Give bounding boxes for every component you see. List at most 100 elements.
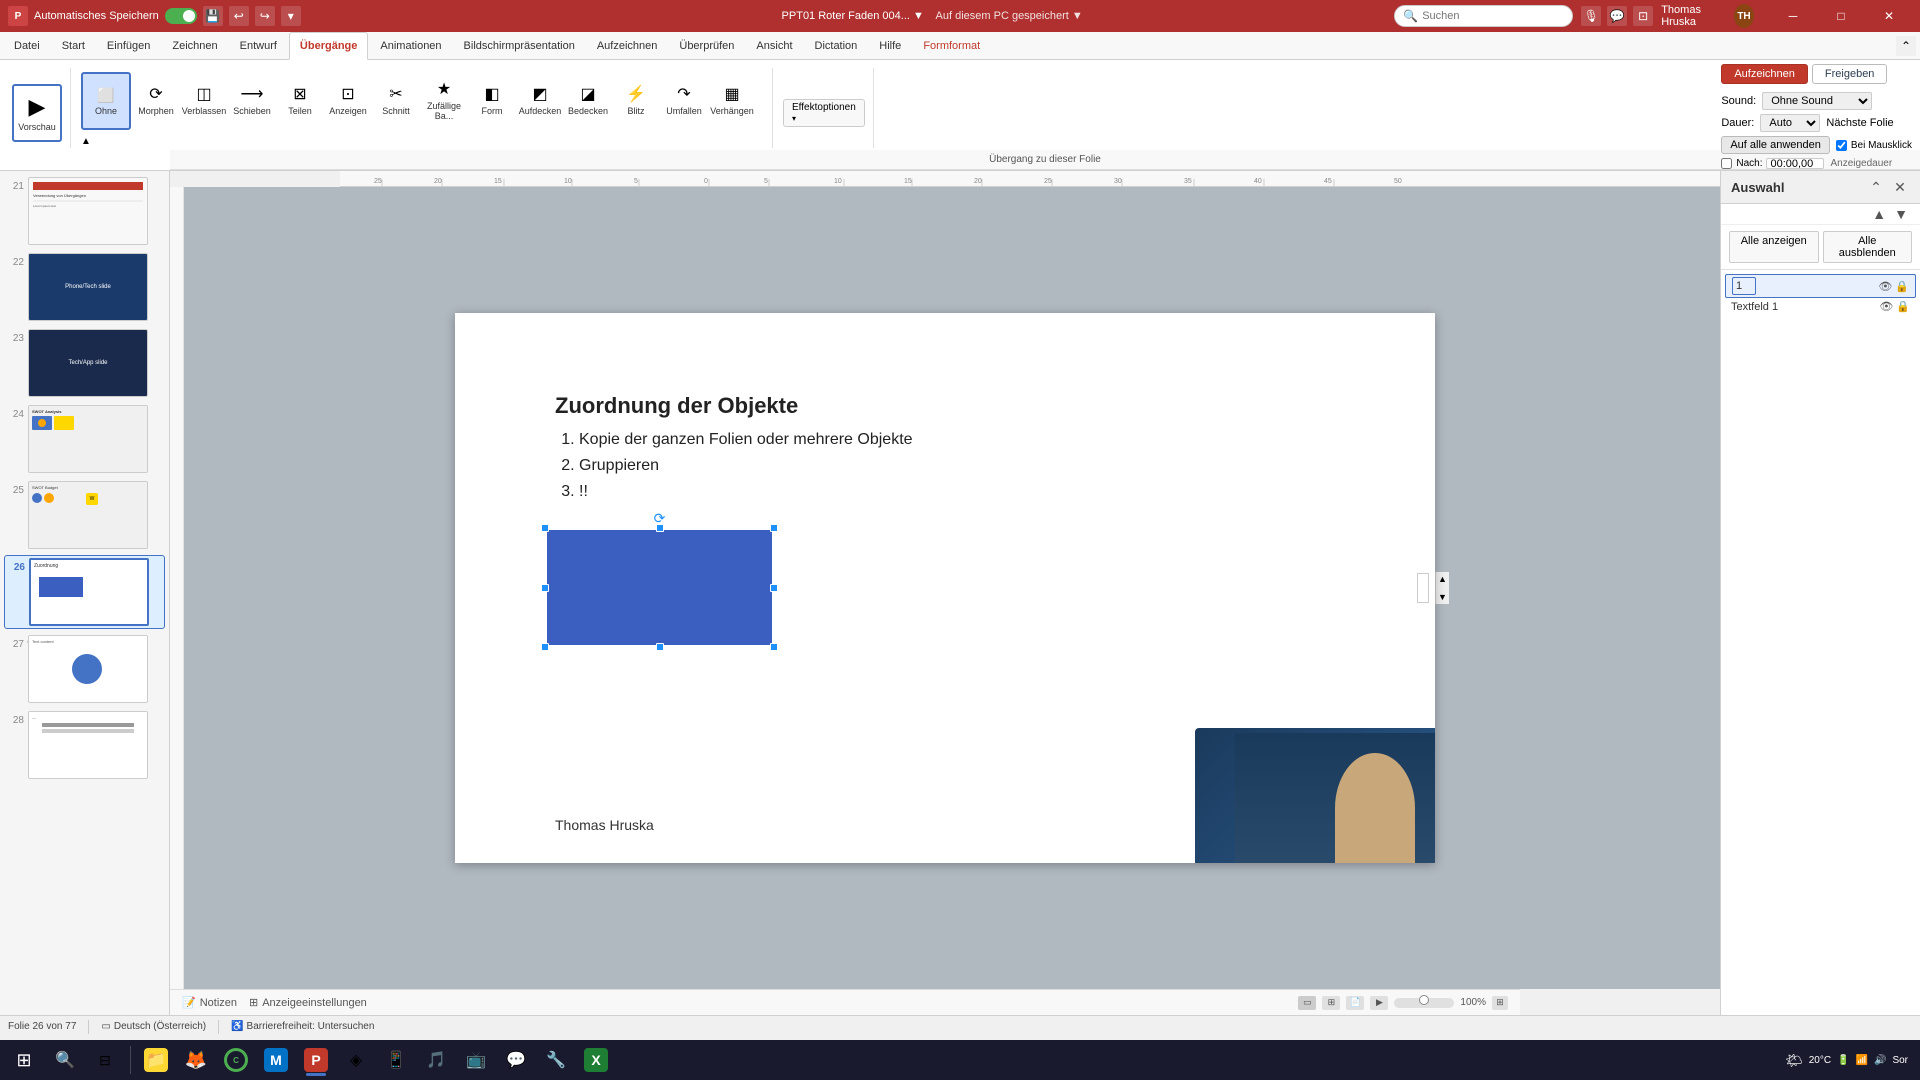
- schnitt-btn[interactable]: ✂ Schnitt: [373, 72, 419, 128]
- mouse-click-checkbox[interactable]: [1836, 140, 1847, 151]
- alle-anzeigen-btn[interactable]: Alle anzeigen: [1729, 231, 1819, 263]
- after-time-input[interactable]: [1766, 158, 1824, 169]
- scroll-up-btn[interactable]: ▲: [1436, 572, 1450, 586]
- tab-entwurf[interactable]: Entwurf: [230, 32, 287, 60]
- duration-select[interactable]: Auto: [1760, 114, 1820, 132]
- alle-ausblenden-btn[interactable]: Alle ausblenden: [1823, 231, 1913, 263]
- minimize-btn[interactable]: ─: [1770, 0, 1816, 32]
- apply-all-btn[interactable]: Auf alle anwenden: [1721, 136, 1830, 154]
- app14-btn[interactable]: 🔧: [537, 1042, 575, 1078]
- freigeben-btn[interactable]: Freigeben: [1812, 64, 1888, 84]
- ohne-btn[interactable]: ⬜ Ohne: [81, 72, 131, 130]
- handle-bot-right[interactable]: [770, 643, 778, 651]
- more-icon[interactable]: ▾: [281, 6, 301, 26]
- handle-top-right[interactable]: [770, 524, 778, 532]
- start-btn[interactable]: ⊞: [4, 1042, 44, 1078]
- aufzeichnen-btn[interactable]: Aufzeichnen: [1721, 64, 1808, 84]
- tab-ansicht[interactable]: Ansicht: [746, 32, 802, 60]
- textfeld1-lock-icon[interactable]: 🔒: [1896, 300, 1910, 313]
- tab-animationen[interactable]: Animationen: [370, 32, 451, 60]
- auswahl-item-textfeld[interactable]: 👁 🔒: [1725, 274, 1916, 298]
- blitz-btn[interactable]: ⚡ Blitz: [613, 72, 659, 128]
- chrome-btn[interactable]: C: [217, 1042, 255, 1078]
- dictation-icon[interactable]: 🎙: [1581, 6, 1601, 26]
- handle-bot-mid[interactable]: [656, 643, 664, 651]
- teilen-btn[interactable]: ⊠ Teilen: [277, 72, 323, 128]
- app13-btn[interactable]: 💬: [497, 1042, 535, 1078]
- collapse-ribbon-btn[interactable]: ⌃: [1896, 36, 1916, 56]
- tab-uebergaenge[interactable]: Übergänge: [289, 32, 368, 60]
- anzeige-btn[interactable]: ⊞ Anzeigeeinstellungen: [249, 996, 367, 1009]
- handle-mid-right[interactable]: [770, 584, 778, 592]
- verblassen-btn[interactable]: ◫ Verblassen: [181, 72, 227, 128]
- slide-thumb-22[interactable]: 22 Phone/Tech slide: [4, 251, 165, 323]
- outlook-btn[interactable]: M: [257, 1042, 295, 1078]
- normal-view-btn[interactable]: ▭: [1298, 996, 1316, 1010]
- handle-bot-left[interactable]: [541, 643, 549, 651]
- zoom-slider[interactable]: [1394, 998, 1454, 1008]
- present-icon[interactable]: ⊡: [1633, 6, 1653, 26]
- save-icon[interactable]: 💾: [203, 6, 223, 26]
- explorer-btn[interactable]: 📁: [137, 1042, 175, 1078]
- app10-btn[interactable]: 📱: [377, 1042, 415, 1078]
- close-btn[interactable]: ✕: [1866, 0, 1912, 32]
- handle-mid-left[interactable]: [541, 584, 549, 592]
- blue-rectangle[interactable]: [547, 530, 772, 645]
- tab-bildschirm[interactable]: Bildschirmpräsentation: [454, 32, 585, 60]
- bedecken-btn[interactable]: ◪ Bedecken: [565, 72, 611, 128]
- auswahl-item-num-input[interactable]: [1732, 277, 1756, 295]
- sound-select[interactable]: Ohne Sound: [1762, 92, 1872, 110]
- slide-thumb-27[interactable]: 27 * Text content: [4, 633, 165, 705]
- tab-aufzeichnen[interactable]: Aufzeichnen: [587, 32, 668, 60]
- morphen-btn[interactable]: ⟳ Morphen: [133, 72, 179, 128]
- teams-btn[interactable]: ◈: [337, 1042, 375, 1078]
- search-bar[interactable]: 🔍: [1394, 5, 1573, 27]
- schieben-btn[interactable]: ⟶ Schieben: [229, 72, 275, 128]
- slide-thumb-23[interactable]: 23 Tech/App slide: [4, 327, 165, 399]
- slide-sorter-btn[interactable]: ⊞: [1322, 996, 1340, 1010]
- tab-ueberpruefen[interactable]: Überprüfen: [669, 32, 744, 60]
- undo-icon[interactable]: ↩: [229, 6, 249, 26]
- anzeigen-btn[interactable]: ⊡ Anzeigen: [325, 72, 371, 128]
- reading-view-btn[interactable]: 📄: [1346, 996, 1364, 1010]
- app12-btn[interactable]: 📺: [457, 1042, 495, 1078]
- lock-icon[interactable]: 🔒: [1895, 280, 1909, 293]
- slide-thumb-24[interactable]: 24 SWOT Analysis: [4, 403, 165, 475]
- scroll-down-btn[interactable]: ▼: [1436, 590, 1450, 604]
- tab-formformat[interactable]: Formformat: [913, 32, 990, 60]
- fit-slide-btn[interactable]: ⊞: [1492, 996, 1508, 1010]
- handle-top-left[interactable]: [541, 524, 549, 532]
- comments-icon[interactable]: 💬: [1607, 6, 1627, 26]
- effekt-btn[interactable]: Effektoptionen▾: [783, 99, 865, 127]
- eye-icon[interactable]: 👁: [1878, 280, 1892, 293]
- user-avatar[interactable]: TH: [1734, 4, 1754, 28]
- after-checkbox[interactable]: [1721, 158, 1732, 169]
- umfallen-btn[interactable]: ↷ Umfallen: [661, 72, 707, 128]
- taskview-btn[interactable]: ⊟: [86, 1042, 124, 1078]
- tab-einfuegen[interactable]: Einfügen: [97, 32, 160, 60]
- firefox-btn[interactable]: 🦊: [177, 1042, 215, 1078]
- tab-zeichnen[interactable]: Zeichnen: [162, 32, 227, 60]
- panel-close-btn[interactable]: ✕: [1890, 177, 1910, 197]
- aufdecken-btn[interactable]: ◩ Aufdecken: [517, 72, 563, 128]
- redo-icon[interactable]: ↪: [255, 6, 275, 26]
- search-taskbar-btn[interactable]: 🔍: [46, 1042, 84, 1078]
- vorschau-btn[interactable]: ▶ Vorschau: [12, 84, 62, 142]
- maximize-btn[interactable]: □: [1818, 0, 1864, 32]
- tab-hilfe[interactable]: Hilfe: [869, 32, 911, 60]
- auswahl-item-textfeld1[interactable]: Textfeld 1 👁 🔒: [1725, 298, 1916, 315]
- tab-datei[interactable]: Datei: [4, 32, 50, 60]
- powerpoint-taskbar-btn[interactable]: P: [297, 1042, 335, 1078]
- tab-dictation[interactable]: Dictation: [805, 32, 868, 60]
- slide-thumb-28[interactable]: 28 ---: [4, 709, 165, 781]
- form-btn[interactable]: ◧ Form: [469, 72, 515, 128]
- zoom-knob[interactable]: [1419, 995, 1429, 1005]
- handle-top-mid[interactable]: [656, 524, 664, 532]
- presenter-btn[interactable]: ▶: [1370, 996, 1388, 1010]
- search-input[interactable]: [1422, 10, 1564, 22]
- notizen-btn[interactable]: 📝 Notizen: [182, 996, 237, 1009]
- slide-thumb-26[interactable]: 26 Zuordnung: [4, 555, 165, 629]
- slide-thumb-21[interactable]: 21 Verwendung von Übergängen Lorem ipsum…: [4, 175, 165, 247]
- autosave-toggle[interactable]: [165, 8, 197, 24]
- zufaellige-btn[interactable]: ★ Zufällige Ba...: [421, 72, 467, 128]
